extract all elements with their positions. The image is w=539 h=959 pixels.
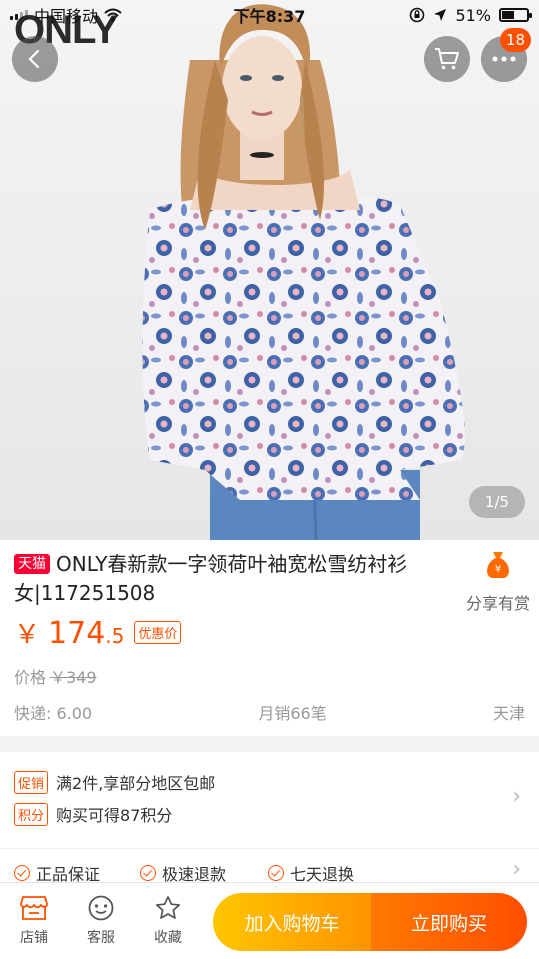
points-tag: 积分 [14, 802, 49, 826]
ship-from-location: 天津 [492, 704, 525, 723]
product-image-carousel[interactable]: ONLY 1/5 [0, 0, 539, 540]
product-detail-screen: ONLY 1/5 中国移动 下午8:37 51% 18 天猫 ONLY春新款一字… [0, 0, 539, 959]
bottom-action-bar: 店铺 客服 收藏 加入购物车 立即购买 [0, 882, 539, 959]
image-page-indicator: 1/5 [469, 486, 525, 518]
store-icon [20, 896, 48, 920]
customer-service-icon [88, 895, 114, 921]
promotion-text: 满2件,享部分地区包邮 [56, 774, 216, 793]
check-circle-icon [268, 865, 284, 881]
shipping-fee: 快递: 6.00 [14, 704, 93, 723]
back-button[interactable] [12, 36, 58, 82]
chevron-right-icon: › [512, 784, 521, 809]
original-price: 价格 ￥349 [14, 664, 97, 688]
tab-store[interactable]: 店铺 [6, 895, 62, 947]
tab-customer-service[interactable]: 客服 [73, 895, 129, 947]
promotion-section[interactable]: 促销 满2件,享部分地区包邮 积分 购买可得87积分 › [0, 752, 539, 848]
share-reward-button[interactable]: ¥ 分享有赏 [460, 550, 536, 614]
cart-button[interactable] [424, 36, 470, 82]
status-right: 51% [409, 5, 532, 25]
price-integer: 174 [48, 616, 106, 651]
buy-now-button[interactable]: 立即购买 [371, 893, 527, 951]
location-arrow-icon [434, 9, 447, 21]
wifi-icon [104, 8, 122, 22]
add-to-cart-button[interactable]: 加入购物车 [213, 893, 371, 951]
promotion-row: 促销 满2件,享部分地区包邮 [14, 770, 215, 794]
status-bar: 中国移动 下午8:37 51% [0, 0, 539, 30]
battery-percent: 51% [455, 5, 491, 25]
price-decimal: .5 [105, 624, 125, 648]
promotion-tag: 促销 [14, 770, 49, 794]
share-label: 分享有赏 [465, 594, 530, 613]
tab-customer-service-label: 客服 [87, 930, 115, 946]
price: ￥ 174 .5 优惠价 [14, 614, 182, 651]
points-row: 积分 购买可得87积分 [14, 802, 172, 826]
product-photo [142, 4, 465, 540]
battery-icon [499, 8, 532, 22]
more-button[interactable]: 18 [481, 28, 531, 82]
tmall-tag: 天猫 [14, 554, 50, 574]
orientation-lock-icon [410, 7, 425, 23]
points-text: 购买可得87积分 [56, 806, 173, 825]
product-title: ONLY春新款一字领荷叶袖宽松雪纺衬衫女|117251508 [14, 552, 408, 605]
star-icon [155, 896, 181, 919]
cart-icon [435, 48, 459, 70]
monthly-sales: 月销66笔 [258, 704, 327, 723]
tab-store-label: 店铺 [20, 930, 48, 946]
chevron-left-icon [28, 49, 40, 69]
status-left: 中国移动 [10, 3, 122, 27]
discount-price-tag: 优惠价 [134, 621, 182, 644]
svg-text:¥: ¥ [495, 564, 501, 575]
more-dots-icon [492, 56, 516, 62]
signal-icon [10, 10, 28, 20]
battery-level [502, 11, 514, 19]
tab-favorite-label: 收藏 [154, 930, 182, 946]
check-circle-icon [14, 865, 30, 881]
original-price-label: 价格 [14, 668, 47, 687]
message-count-badge: 18 [499, 28, 531, 52]
price-currency: ￥ [14, 620, 41, 650]
original-price-value: ￥349 [50, 668, 97, 687]
check-circle-icon [140, 865, 156, 881]
tab-favorite[interactable]: 收藏 [140, 895, 196, 947]
money-bag-icon: ¥ [487, 552, 509, 578]
product-title-block: 天猫 ONLY春新款一字领荷叶袖宽松雪纺衬衫女|117251508 [14, 550, 454, 608]
carrier-label: 中国移动 [34, 7, 99, 26]
product-meta: 快递: 6.00 月销66笔 天津 [14, 700, 525, 724]
chevron-right-icon: › [512, 857, 521, 882]
product-info-card: 天猫 ONLY春新款一字领荷叶袖宽松雪纺衬衫女|117251508 ¥ 分享有赏 … [0, 540, 539, 736]
